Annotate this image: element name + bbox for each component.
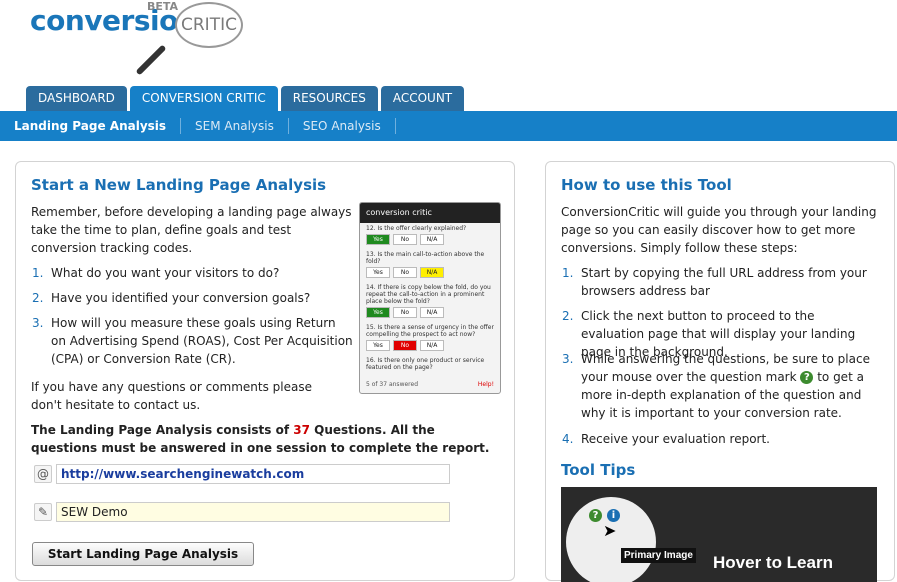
step-text: While answering the questions, be sure t… bbox=[581, 350, 881, 422]
new-analysis-panel: Start a New Landing Page Analysis Rememb… bbox=[15, 161, 515, 581]
preview-question: 15. Is there a sense of urgency in the o… bbox=[366, 324, 494, 338]
name-field[interactable] bbox=[56, 502, 450, 522]
step-text: Have you identified your conversion goal… bbox=[51, 291, 311, 305]
preview-options: Yes No N/A bbox=[366, 234, 494, 245]
preview-option: Yes bbox=[366, 234, 390, 245]
how-to-panel: How to use this Tool ConversionCritic wi… bbox=[545, 161, 895, 582]
how-to-intro: ConversionCritic will guide you through … bbox=[561, 205, 877, 255]
step-text: What do you want your visitors to do? bbox=[51, 266, 280, 280]
tool-tips-title: Tool Tips bbox=[561, 461, 636, 479]
preview-options: Yes No N/A bbox=[366, 307, 494, 318]
preview-option: N/A bbox=[420, 307, 444, 318]
step-number: 1. bbox=[32, 266, 44, 280]
question-mark-icon[interactable]: ? bbox=[800, 371, 814, 384]
preview-option: N/A bbox=[420, 267, 444, 278]
url-field[interactable] bbox=[56, 464, 450, 484]
header: conversion BETA CRITIC DASHBOARD CONVERS… bbox=[0, 0, 897, 111]
cursor-icon: ➤ bbox=[603, 521, 617, 540]
logo-critic: CRITIC bbox=[181, 15, 237, 35]
step-number: 4. bbox=[562, 432, 574, 446]
preview-option: N/A bbox=[420, 340, 444, 351]
preview-question: 13. Is the main call-to-action above the… bbox=[366, 251, 485, 265]
step-text: How will you measure these goals using R… bbox=[51, 316, 353, 366]
primary-image-label: Primary Image bbox=[621, 548, 696, 563]
preview-options: Yes No N/A bbox=[366, 340, 494, 351]
preview-question: 12. Is the offer clearly explained? bbox=[366, 225, 467, 232]
questionnaire-preview: conversion critic 12. Is the offer clear… bbox=[359, 202, 501, 394]
intro-text: Remember, before developing a landing pa… bbox=[31, 205, 352, 255]
step-number: 2. bbox=[562, 309, 574, 323]
subnav-landing-page-analysis[interactable]: Landing Page Analysis bbox=[0, 118, 182, 134]
tab-dashboard[interactable]: DASHBOARD bbox=[26, 86, 127, 111]
preview-option: N/A bbox=[420, 234, 444, 245]
preview-question: 14. If there is copy below the fold, do … bbox=[366, 284, 491, 305]
subnav-sem-analysis[interactable]: SEM Analysis bbox=[181, 118, 289, 134]
preview-option: Yes bbox=[366, 340, 390, 351]
tab-account[interactable]: ACCOUNT bbox=[380, 86, 465, 111]
tab-conversion-critic[interactable]: CONVERSION CRITIC bbox=[129, 86, 278, 111]
question-count: 37 bbox=[293, 423, 310, 437]
step-text: Start by copying the full URL address fr… bbox=[581, 266, 867, 298]
preview-options: Yes No N/A bbox=[366, 267, 494, 278]
preview-option: Yes bbox=[366, 307, 390, 318]
question-mark-icon: ? bbox=[589, 509, 602, 522]
url-icon: @ bbox=[34, 465, 52, 483]
sub-navigation: Landing Page Analysis SEM Analysis SEO A… bbox=[0, 111, 897, 141]
step-number: 1. bbox=[562, 266, 574, 280]
start-analysis-button[interactable]: Start Landing Page Analysis bbox=[32, 542, 254, 566]
preview-option: No bbox=[393, 307, 417, 318]
step-number: 3. bbox=[32, 316, 44, 330]
summary-text: The Landing Page Analysis consists of 37… bbox=[31, 421, 496, 457]
contact-text: If you have any questions or comments pl… bbox=[31, 380, 312, 412]
panel-title: How to use this Tool bbox=[561, 176, 732, 194]
preview-help: Help! bbox=[477, 381, 494, 388]
preview-option: Yes bbox=[366, 267, 390, 278]
panel-title: Start a New Landing Page Analysis bbox=[31, 176, 327, 194]
tab-resources[interactable]: RESOURCES bbox=[280, 86, 378, 111]
summary-pre: The Landing Page Analysis consists of bbox=[31, 423, 294, 437]
tool-tips-demo-image: ? i ➤ Primary Image Hover to Learn bbox=[561, 487, 877, 582]
preview-question: 16. Is there only one product or service… bbox=[366, 357, 485, 371]
preview-bar: conversion critic bbox=[360, 203, 500, 223]
hover-to-learn-label: Hover to Learn bbox=[713, 553, 833, 572]
step-number: 3. bbox=[562, 352, 574, 366]
subnav-seo-analysis[interactable]: SEO Analysis bbox=[289, 118, 396, 134]
step-text: Receive your evaluation report. bbox=[581, 432, 770, 446]
main-tabs: DASHBOARD CONVERSION CRITIC RESOURCES AC… bbox=[26, 86, 465, 111]
preview-option: No bbox=[393, 267, 417, 278]
magnifier-handle bbox=[135, 44, 167, 76]
step-number: 2. bbox=[32, 291, 44, 305]
preview-option: No bbox=[393, 234, 417, 245]
preview-progress: 5 of 37 answered bbox=[366, 381, 418, 388]
conversion-critic-logo[interactable]: conversion BETA CRITIC bbox=[28, 0, 258, 78]
beta-badge: BETA bbox=[147, 0, 179, 13]
pencil-icon: ✎ bbox=[34, 503, 52, 521]
preview-option: No bbox=[393, 340, 417, 351]
